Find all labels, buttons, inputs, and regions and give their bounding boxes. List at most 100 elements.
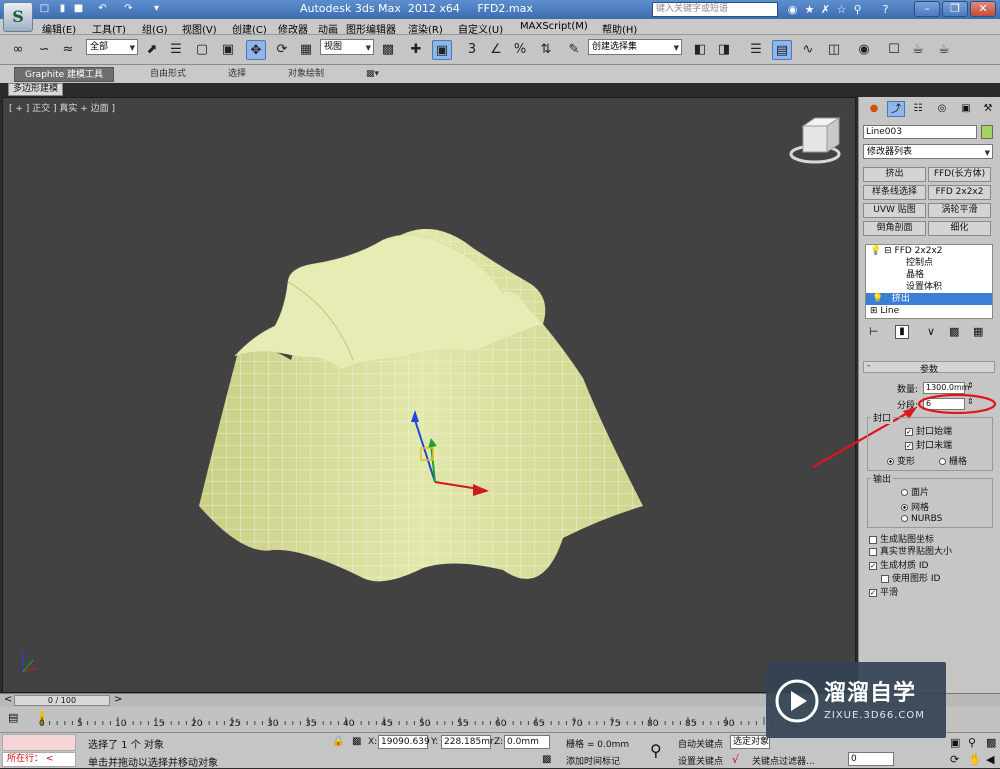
create-tab-icon[interactable]: ● — [865, 101, 883, 117]
checkbox-icon[interactable]: ✓ — [869, 561, 877, 570]
select-object-icon[interactable]: ⬈ — [142, 40, 162, 60]
radio-icon[interactable] — [887, 458, 894, 465]
restore-button[interactable]: ❐ — [942, 1, 968, 17]
modifier-button-turbosmooth[interactable]: 涡轮平滑 — [928, 203, 991, 218]
modifier-list-dropdown[interactable]: 修改器列表 — [863, 144, 993, 160]
time-slider-thumb[interactable]: 0 / 100 — [14, 695, 110, 706]
mirror-icon[interactable]: ◧ — [690, 40, 710, 60]
pivot-center-icon[interactable]: ▩ — [378, 40, 398, 60]
communication-center-icon[interactable]: ★ — [802, 2, 817, 17]
radio-icon[interactable] — [901, 515, 908, 522]
tools-icon[interactable]: ✗ — [818, 2, 833, 17]
set-key-icon[interactable]: ⚲ — [650, 741, 662, 760]
align-icon[interactable]: ◨ — [714, 40, 734, 60]
tab-selection[interactable]: 选择 — [218, 67, 256, 82]
auto-key-button[interactable]: 自动关键点 — [678, 737, 723, 750]
add-time-tag-button[interactable]: 添加时间标记 — [566, 754, 620, 767]
expand-icon[interactable]: ⊞ — [870, 306, 878, 316]
select-rotate-icon[interactable]: ⟳ — [272, 40, 292, 60]
ribbon-options-icon[interactable]: ▩▾ — [356, 67, 389, 82]
pin-stack-icon[interactable]: ⊢ — [869, 325, 879, 338]
maxscript-mini-listener[interactable] — [2, 734, 76, 751]
stack-item-extrude[interactable]: 💡 挤出 — [866, 293, 992, 305]
help-search-input[interactable]: 键入关键字或短语 — [652, 2, 778, 17]
render-production-icon[interactable]: ☕ — [934, 40, 954, 60]
z-coordinate-input[interactable]: 0.0mm — [504, 735, 550, 749]
tab-object-paint[interactable]: 对象绘制 — [278, 67, 334, 82]
make-unique-icon[interactable]: ∨ — [927, 325, 935, 338]
open-file-icon[interactable]: ▮ — [56, 2, 69, 16]
use-shape-id-checkbox[interactable]: 使用图形 ID — [881, 571, 940, 584]
select-by-name-icon[interactable]: ☰ — [166, 40, 186, 60]
material-editor-icon[interactable]: ◉ — [854, 40, 874, 60]
menu-edit[interactable]: 编辑(E) — [42, 21, 76, 36]
radio-icon[interactable] — [939, 458, 946, 465]
key-curve-icon[interactable]: √ — [732, 753, 739, 766]
grid-radio[interactable]: 栅格 — [939, 454, 967, 467]
spinner-snap-icon[interactable]: ⇅ — [536, 40, 556, 60]
mesh-radio[interactable]: 网格 — [901, 500, 929, 513]
checkbox-icon[interactable]: ✓ — [905, 427, 913, 436]
object-name-field[interactable]: Line003 — [863, 125, 977, 139]
undo-icon[interactable]: ↶ — [96, 2, 109, 16]
checkbox-icon[interactable] — [869, 535, 877, 544]
reference-coordinate-dropdown[interactable]: 视图 — [320, 39, 374, 55]
utilities-tab-icon[interactable]: ⚒ — [979, 101, 997, 117]
favorites-icon[interactable]: ☆ — [834, 2, 849, 17]
extruded-mesh[interactable] — [199, 229, 643, 582]
help-icon[interactable]: ? — [878, 2, 893, 17]
redo-icon[interactable]: ↷ — [122, 2, 135, 16]
nurbs-radio[interactable]: NURBS — [901, 514, 942, 524]
zoom-icon[interactable]: ⚲ — [968, 736, 976, 749]
link-icon[interactable]: ∞ — [8, 40, 28, 60]
hierarchy-tab-icon[interactable]: ☷ — [909, 101, 927, 117]
edit-named-selection-icon[interactable]: ✎ — [564, 40, 584, 60]
gen-material-id-checkbox[interactable]: ✓ 生成材质 ID — [869, 558, 928, 571]
menu-animation[interactable]: 动画 — [318, 21, 338, 36]
menu-help[interactable]: 帮助(H) — [602, 21, 637, 36]
checkbox-icon[interactable]: ✓ — [869, 588, 877, 597]
rect-selection-icon[interactable]: ▢ — [192, 40, 212, 60]
time-tag-icon[interactable]: ▩ — [542, 754, 551, 765]
cap-start-checkbox[interactable]: ✓ 封口始端 — [905, 424, 952, 437]
close-button[interactable]: ✕ — [970, 1, 996, 17]
lightbulb-icon[interactable]: 💡 — [872, 294, 883, 304]
field-of-view-icon[interactable]: ◀ — [986, 753, 994, 766]
stack-item-control-points[interactable]: 控制点 — [866, 257, 992, 269]
current-frame-input[interactable]: 0 — [848, 752, 894, 766]
set-key-button[interactable]: 设置关键点 — [678, 754, 723, 767]
save-icon[interactable]: ■ — [72, 2, 85, 16]
modifier-button-extrude[interactable]: 挤出 — [863, 167, 926, 182]
modifier-button-tessellate[interactable]: 细化 — [928, 221, 991, 236]
maximize-viewport-icon[interactable]: ▩ — [986, 736, 996, 749]
menu-customize[interactable]: 自定义(U) — [458, 21, 503, 36]
stack-item-line[interactable]: ⊞ Line — [866, 305, 992, 317]
stack-item-ffd[interactable]: 💡 ⊟ FFD 2x2x2 — [866, 245, 992, 257]
lightbulb-icon[interactable]: 💡 — [870, 246, 881, 256]
select-manipulate-icon[interactable]: ✚ — [406, 40, 426, 60]
pan-icon[interactable]: ✋ — [968, 753, 982, 766]
named-selection-dropdown[interactable]: 创建选择集 — [588, 39, 682, 55]
key-target-dropdown[interactable]: 选定对象 — [730, 735, 770, 749]
modifier-button-uvw-map[interactable]: UVW 贴图 — [863, 203, 926, 218]
slider-next-icon[interactable]: > — [114, 694, 122, 705]
rendered-frame-window-icon[interactable]: ☕ — [908, 40, 928, 60]
checkbox-icon[interactable]: ✓ — [905, 441, 913, 450]
remove-modifier-icon[interactable]: ▩ — [949, 325, 959, 338]
configure-sets-icon[interactable]: ▦ — [973, 325, 983, 338]
schematic-view-icon[interactable]: ◫ — [824, 40, 844, 60]
modifier-button-bevel-profile[interactable]: 倒角剖面 — [863, 221, 926, 236]
slider-prev-icon[interactable]: < — [4, 694, 12, 705]
minimize-button[interactable]: – — [914, 1, 940, 17]
select-move-icon[interactable]: ✥ — [246, 40, 266, 60]
binoculars-icon[interactable]: ◉ — [785, 2, 800, 17]
unlink-icon[interactable]: ∽ — [34, 40, 54, 60]
tab-graphite-modeling[interactable]: Graphite 建模工具 — [14, 67, 115, 82]
quick-access-dropdown-icon[interactable]: ▾ — [150, 2, 163, 16]
checkbox-icon[interactable] — [869, 547, 877, 556]
menu-rendering[interactable]: 渲染(R) — [408, 21, 443, 36]
lock-icon[interactable]: 🔒 — [332, 736, 344, 747]
tab-polygon-modeling[interactable]: 多边形建模 — [8, 83, 64, 96]
absolute-mode-icon[interactable]: ▩ — [352, 736, 361, 747]
radio-icon[interactable] — [901, 504, 908, 511]
